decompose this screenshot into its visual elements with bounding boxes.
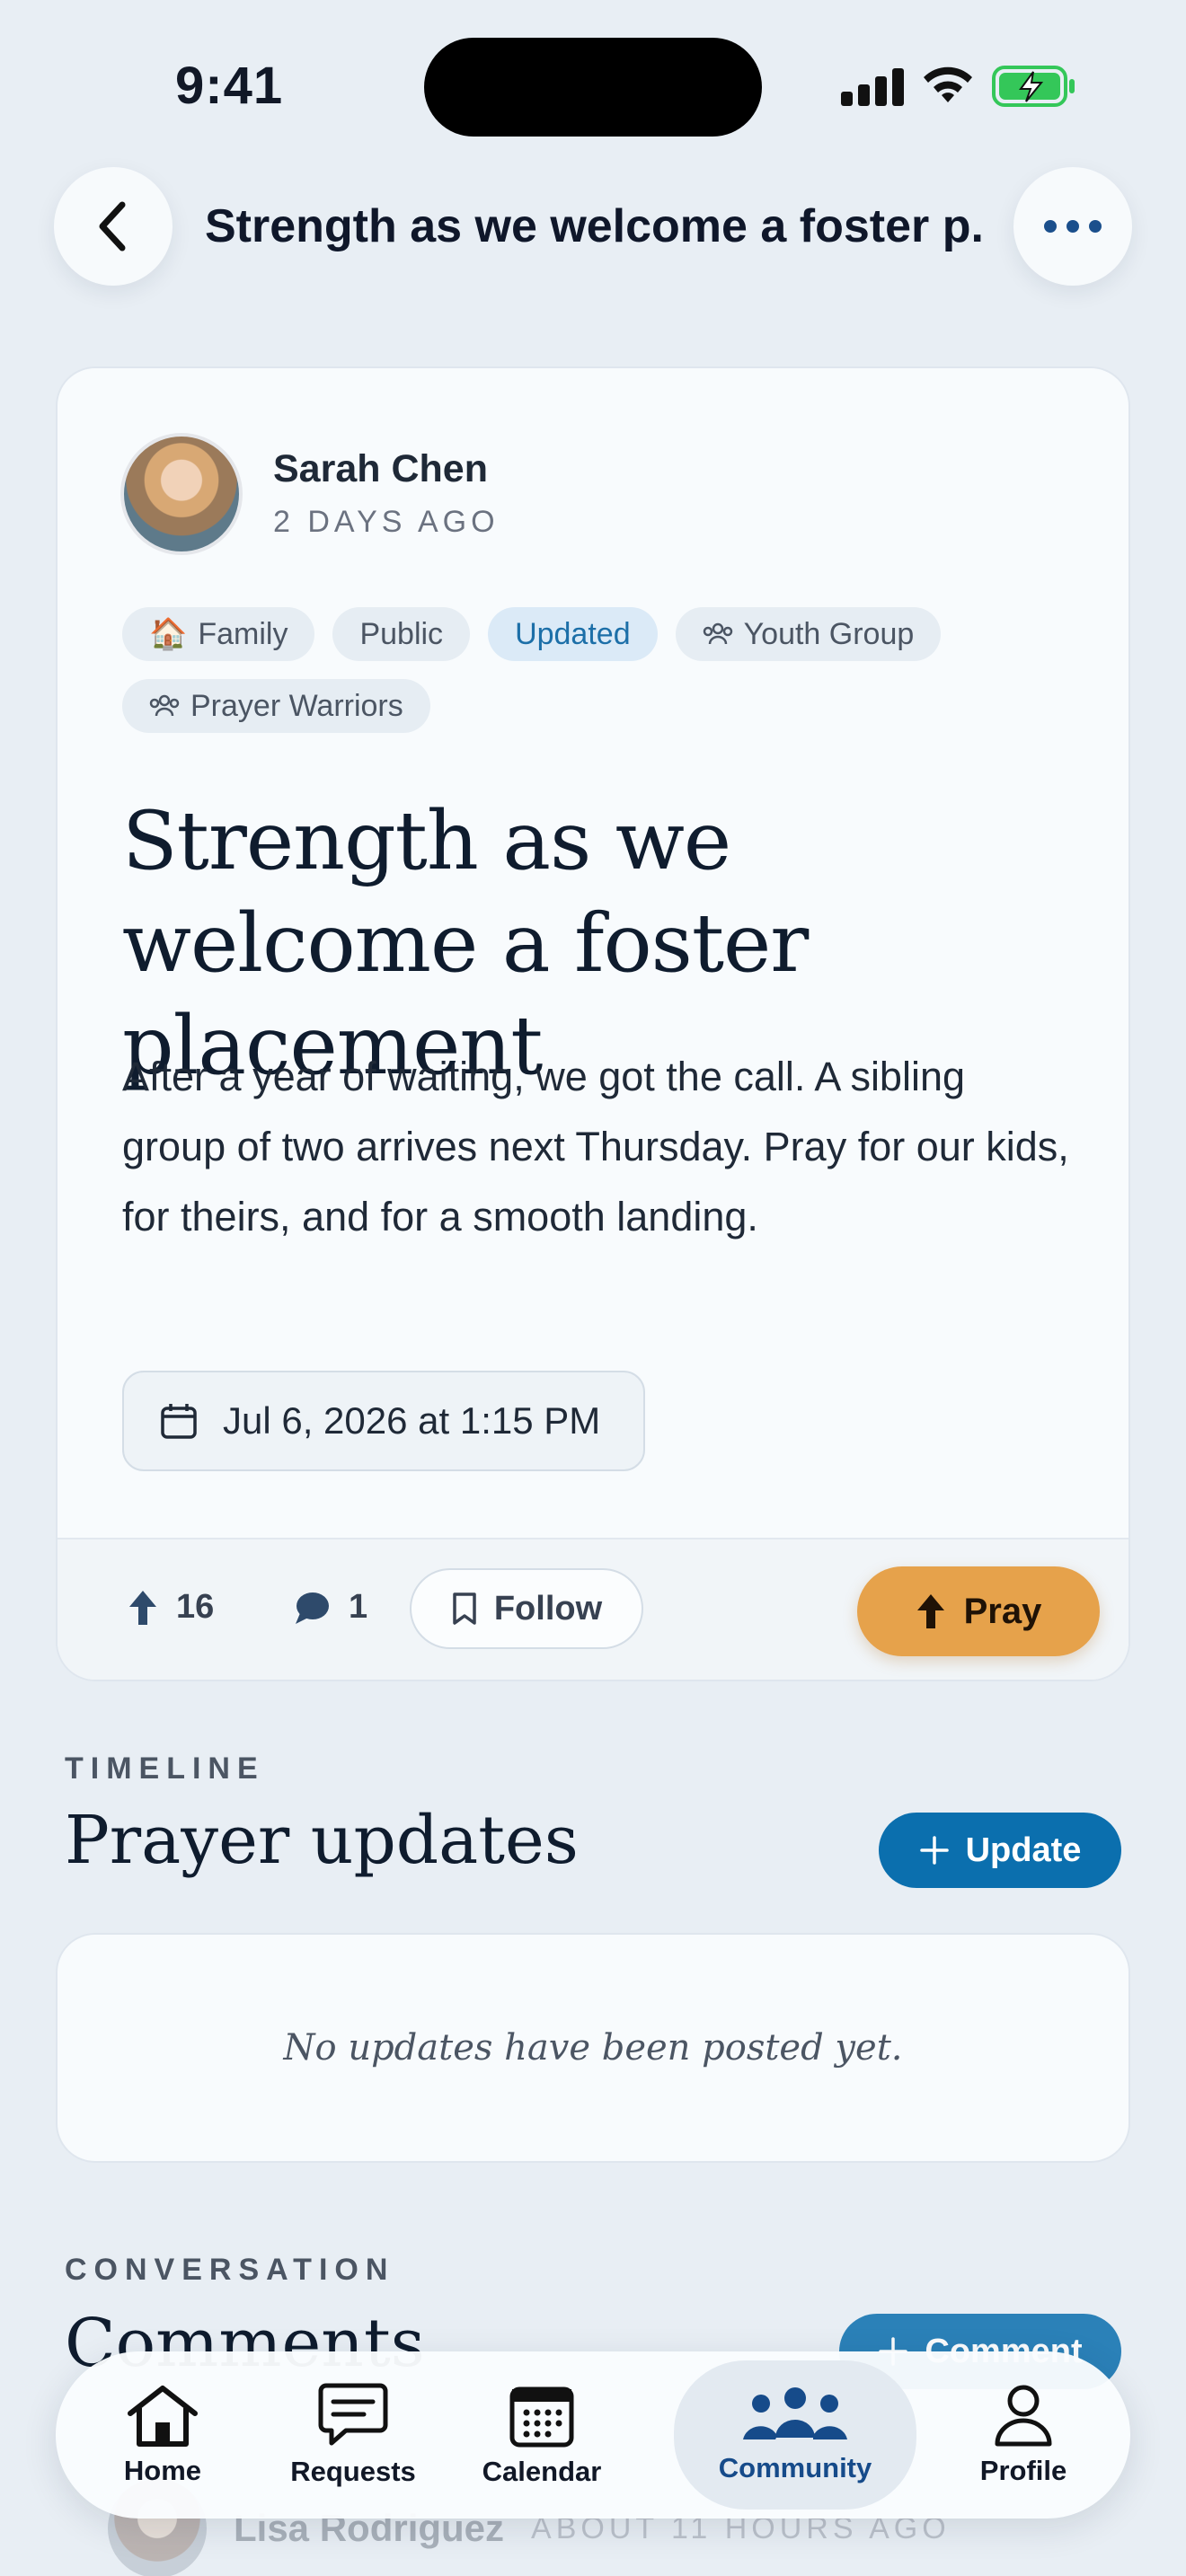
event-date-chip: Jul 6, 2026 at 1:15 PM [122,1371,645,1471]
tab-label: Calendar [482,2456,602,2487]
page-title: Strength as we welcome a foster p... [205,200,987,252]
house-emoji-icon: 🏠 [149,617,188,651]
back-button[interactable] [54,167,173,286]
timeline-eyebrow: TIMELINE [65,1751,265,1786]
more-horizontal-icon [1044,220,1102,233]
tab-label: Community [718,2452,872,2483]
prayer-request-card: Sarah Chen 2 DAYS AGO 🏠 Family Public Up… [56,366,1130,1681]
follow-label: Follow [493,1589,603,1628]
chevron-left-icon [99,201,126,251]
tab-requests[interactable]: Requests [259,2351,447,2519]
battery-charging-icon [992,66,1075,107]
prayer-count-value: 16 [176,1588,215,1626]
tag-public[interactable]: Public [332,607,471,661]
tag-prayer-warriors[interactable]: Prayer Warriors [122,679,430,733]
event-date: Jul 6, 2026 at 1:15 PM [223,1399,601,1442]
tab-community[interactable]: Community [674,2360,916,2510]
author-avatar[interactable] [120,433,243,555]
cellular-signal-icon [841,66,904,106]
tag-label: Youth Group [743,616,915,651]
bookmark-icon [453,1592,476,1625]
arrow-up-icon [129,1590,156,1625]
person-icon [995,2385,1052,2447]
update-label: Update [965,1831,1082,1869]
tag-family[interactable]: 🏠 Family [122,607,315,661]
conversation-eyebrow: CONVERSATION [65,2253,395,2287]
tag-label: Updated [515,616,631,651]
arrow-up-icon [916,1594,944,1628]
tag-youth-group[interactable]: Youth Group [675,607,942,661]
chat-bubble-icon [296,1592,329,1624]
wifi-icon [924,66,972,102]
pray-button[interactable]: Pray [857,1566,1100,1656]
comment-count-value: 1 [349,1588,368,1626]
home-icon [128,2386,198,2447]
pray-label: Pray [963,1591,1042,1631]
tag-list: 🏠 Family Public Updated Youth Group Pray… [122,607,1075,733]
bottom-tab-bar: Home Requests Calendar Community Profile [56,2351,1130,2519]
tag-label: Public [359,616,444,651]
tag-updated[interactable]: Updated [488,607,658,661]
comment-count[interactable]: 1 [293,1588,367,1627]
status-bar: 9:41 [0,0,1186,162]
tab-home[interactable]: Home [68,2351,257,2519]
add-update-button[interactable]: Update [879,1813,1121,1888]
tab-label: Profile [979,2455,1067,2486]
tab-profile[interactable]: Profile [929,2351,1118,2519]
calendar-icon [161,1404,197,1439]
post-body: After a year of waiting, we got the call… [122,1054,1069,1239]
author-name[interactable]: Sarah Chen [273,447,488,491]
tag-label: Prayer Warriors [190,688,403,723]
plus-icon [919,1836,949,1865]
group-icon [149,694,180,717]
people-icon [743,2387,847,2439]
tab-calendar[interactable]: Calendar [447,2351,636,2519]
follow-button[interactable]: Follow [410,1568,643,1649]
timeline-title: Prayer updates [65,1802,579,1879]
tab-label: Home [123,2455,202,2486]
group-icon [703,622,732,645]
post-timestamp: 2 DAYS AGO [273,505,500,539]
empty-state-text: No updates have been posted yet. [283,2027,903,2069]
prayer-count[interactable]: 16 [128,1588,214,1627]
status-time: 9:41 [175,57,284,115]
chat-icon [318,2383,388,2446]
tag-label: Family [198,616,288,651]
calendar-icon [509,2386,574,2448]
more-options-button[interactable] [1013,167,1132,286]
tab-label: Requests [290,2456,416,2487]
dynamic-island [424,38,762,137]
updates-empty-state: No updates have been posted yet. [56,1933,1130,2163]
